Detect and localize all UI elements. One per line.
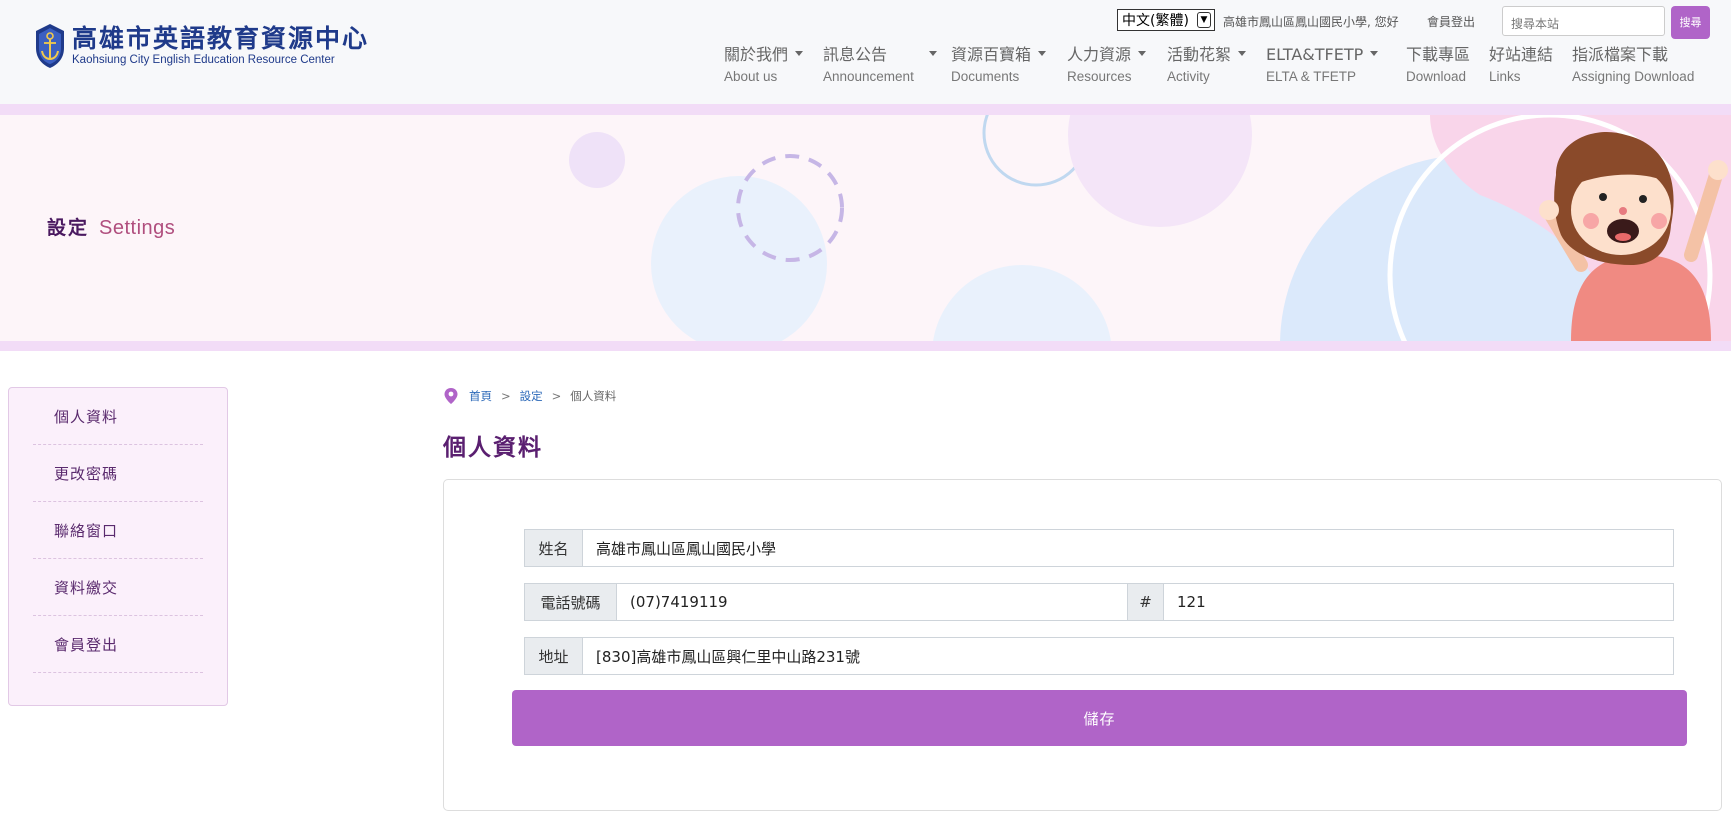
- name-label: 姓名: [524, 529, 583, 567]
- nav-label-zh: 下載專區: [1406, 45, 1471, 64]
- sidebar-item-logout[interactable]: 會員登出: [33, 616, 203, 673]
- nav-label-zh: 資源百寶箱: [951, 45, 1032, 64]
- caret-down-icon: [1238, 51, 1247, 56]
- page-title: 個人資料: [443, 435, 543, 461]
- nav-label-en: ELTA & TFETP: [1266, 69, 1357, 84]
- nav-label-zh: 活動花絮: [1167, 45, 1232, 64]
- search-button[interactable]: 搜尋: [1671, 6, 1710, 39]
- nav-item-activity[interactable]: 活動花絮 Activity: [1167, 44, 1247, 87]
- banner-border-bottom: [0, 341, 1731, 351]
- nav-item-download[interactable]: 下載專區 Download: [1406, 44, 1470, 87]
- name-row: 姓名 高雄市鳳山區鳳山國民小學: [524, 529, 1674, 567]
- nav-item-about[interactable]: 關於我們 About us: [724, 44, 804, 87]
- caret-down-icon: [795, 51, 804, 56]
- nav-item-resources[interactable]: 人力資源 Resources: [1067, 44, 1147, 87]
- top-utility-bar: 中文(繁體) ▼ 高雄市鳳山區鳳山國民小學, 您好 會員登出 搜尋本站 搜尋: [0, 6, 1731, 39]
- extension-field[interactable]: 121: [1164, 583, 1674, 621]
- banner-decoration: [569, 115, 1731, 341]
- banner-title-zh: 設定: [47, 217, 90, 239]
- breadcrumb-separator: >: [501, 389, 511, 403]
- nav-item-links[interactable]: 好站連結 Links: [1489, 44, 1553, 87]
- phone-row: 電話號碼 (07)7419119 # 121: [524, 583, 1674, 621]
- nav-label-en: About us: [724, 69, 778, 84]
- phone-label: 電話號碼: [524, 583, 617, 621]
- save-button[interactable]: 儲存: [512, 690, 1687, 746]
- banner-title-en: Settings: [99, 217, 176, 239]
- breadcrumb-current: 個人資料: [570, 389, 617, 403]
- address-field[interactable]: [830]高雄市鳳山區興仁里中山路231號: [583, 637, 1674, 675]
- banner-title: 設定 Settings: [47, 213, 175, 240]
- nav-item-documents[interactable]: 資源百寶箱 Documents: [951, 44, 1047, 87]
- language-select-value: 中文(繁體): [1122, 13, 1189, 29]
- cartoon-girl-illustration: [1539, 131, 1728, 341]
- map-pin-icon: [444, 388, 458, 404]
- nav-label-zh: 人力資源: [1067, 45, 1132, 64]
- extension-label: #: [1128, 583, 1164, 621]
- banner-border-top: [0, 104, 1731, 115]
- main-nav: 關於我們 About us 訊息公告 Announcement 資源百寶箱 Do…: [0, 44, 1731, 94]
- language-select[interactable]: 中文(繁體) ▼: [1117, 9, 1215, 31]
- nav-label-en: Activity: [1167, 69, 1210, 84]
- breadcrumb: 首頁 > 設定 > 個人資料: [443, 387, 616, 405]
- nav-label-en: Resources: [1067, 69, 1132, 84]
- phone-field[interactable]: (07)7419119: [617, 583, 1128, 621]
- nav-label-zh: 訊息公告: [823, 45, 888, 64]
- sidebar-item-data-submission[interactable]: 資料繳交: [33, 559, 203, 616]
- site-header: 高雄市英語教育資源中心 Kaohsiung City English Educa…: [0, 0, 1731, 104]
- nav-item-elta[interactable]: ELTA&TFETP ELTA & TFETP: [1266, 44, 1379, 87]
- nav-label-en: Download: [1406, 69, 1467, 84]
- address-row: 地址 [830]高雄市鳳山區興仁里中山路231號: [524, 637, 1674, 675]
- profile-form-card: 姓名 高雄市鳳山區鳳山國民小學 電話號碼 (07)7419119 # 121 地…: [443, 479, 1722, 811]
- nav-label-en: Links: [1489, 69, 1521, 84]
- nav-label-zh: 關於我們: [724, 45, 789, 64]
- caret-down-icon: [929, 51, 938, 56]
- sidebar-item-change-password[interactable]: 更改密碼: [33, 445, 203, 502]
- name-field[interactable]: 高雄市鳳山區鳳山國民小學: [583, 529, 1674, 567]
- caret-down-icon: [1138, 51, 1147, 56]
- address-label: 地址: [524, 637, 583, 675]
- nav-item-assigning-download[interactable]: 指派檔案下載 Assigning Download: [1572, 44, 1694, 87]
- user-greeting: 高雄市鳳山區鳳山國民小學, 您好: [1223, 15, 1399, 29]
- caret-down-icon: [1370, 51, 1379, 56]
- sidebar-item-contact[interactable]: 聯絡窗口: [33, 502, 203, 559]
- breadcrumb-separator: >: [551, 389, 562, 403]
- nav-label-zh: 好站連結: [1489, 45, 1554, 64]
- nav-label-zh: ELTA&TFETP: [1266, 45, 1364, 64]
- nav-label-en: Documents: [951, 69, 1020, 84]
- chevron-down-icon: ▼: [1197, 12, 1211, 28]
- page-banner: 設定 Settings: [0, 115, 1731, 341]
- caret-down-icon: [1038, 51, 1047, 56]
- nav-item-announcement[interactable]: 訊息公告 Announcement: [823, 44, 938, 87]
- nav-label-zh: 指派檔案下載: [1572, 45, 1669, 64]
- logout-link[interactable]: 會員登出: [1427, 13, 1475, 30]
- nav-label-en: Assigning Download: [1572, 69, 1695, 84]
- breadcrumb-home[interactable]: 首頁: [469, 388, 492, 404]
- breadcrumb-settings[interactable]: 設定: [520, 388, 543, 404]
- nav-label-en: Announcement: [823, 69, 914, 84]
- search-input[interactable]: 搜尋本站: [1502, 6, 1665, 36]
- sidebar-item-profile[interactable]: 個人資料: [33, 388, 203, 445]
- settings-sidebar: 個人資料 更改密碼 聯絡窗口 資料繳交 會員登出: [8, 387, 228, 706]
